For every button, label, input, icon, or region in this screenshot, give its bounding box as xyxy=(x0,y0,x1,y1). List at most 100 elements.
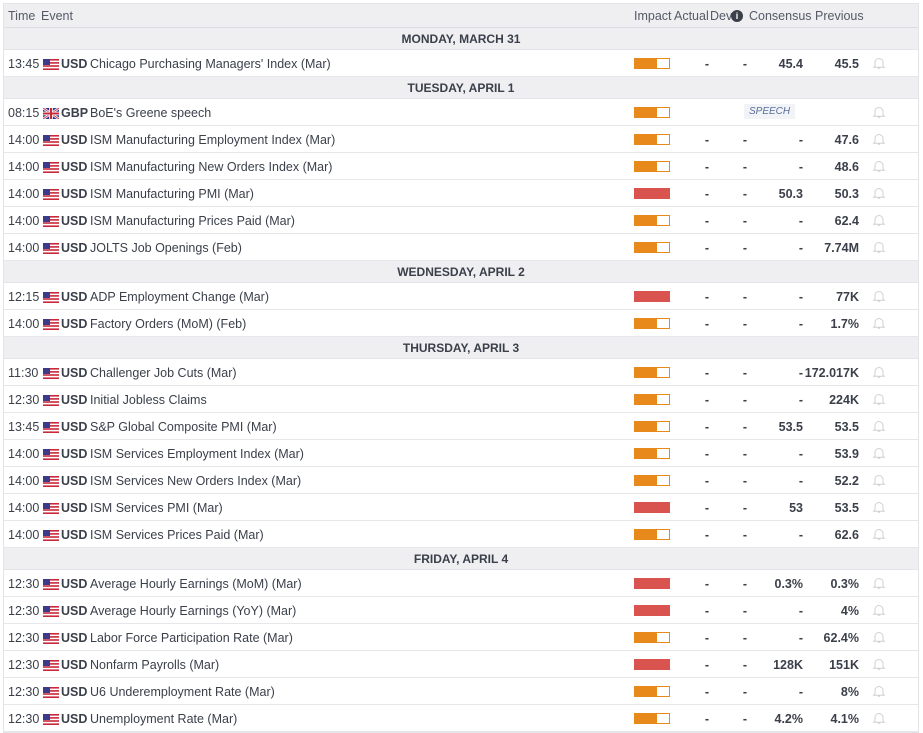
bell-icon[interactable] xyxy=(872,132,886,146)
event-time: 14:00 xyxy=(8,447,40,461)
event-name[interactable]: JOLTS Job Openings (Feb) xyxy=(90,241,242,255)
event-name[interactable]: ISM Services Prices Paid (Mar) xyxy=(90,528,264,542)
bell-icon[interactable] xyxy=(872,289,886,303)
col-event[interactable]: Event xyxy=(41,9,73,23)
event-row[interactable]: 13:45 USD Chicago Purchasing Managers' I… xyxy=(4,50,918,77)
col-consensus[interactable]: Consensus xyxy=(749,9,812,23)
bell-icon[interactable] xyxy=(872,500,886,514)
bell-icon[interactable] xyxy=(872,473,886,487)
actual-value: - xyxy=(704,604,710,618)
event-name[interactable]: Average Hourly Earnings (MoM) (Mar) xyxy=(90,577,302,591)
event-name[interactable]: S&P Global Composite PMI (Mar) xyxy=(90,420,277,434)
actual-value: - xyxy=(704,420,710,434)
event-row[interactable]: 14:00 USD ISM Manufacturing New Orders I… xyxy=(4,153,918,180)
event-name[interactable]: Factory Orders (MoM) (Feb) xyxy=(90,317,246,331)
event-time: 13:45 xyxy=(8,57,40,71)
event-row[interactable]: 14:00 USD ISM Manufacturing Employment I… xyxy=(4,126,918,153)
bell-icon[interactable] xyxy=(872,527,886,541)
bell-icon[interactable] xyxy=(872,365,886,379)
bell-icon[interactable] xyxy=(872,186,886,200)
event-time: 14:00 xyxy=(8,214,40,228)
bell-icon[interactable] xyxy=(872,446,886,460)
actual-value: - xyxy=(704,685,710,699)
bell-icon[interactable] xyxy=(872,392,886,406)
event-row[interactable]: 14:00 USD ISM Services Prices Paid (Mar)… xyxy=(4,521,918,548)
event-name[interactable]: ISM Services Employment Index (Mar) xyxy=(90,447,304,461)
event-name[interactable]: ISM Services PMI (Mar) xyxy=(90,501,223,515)
bell-icon[interactable] xyxy=(872,316,886,330)
event-row[interactable]: 14:00 USD ISM Services New Orders Index … xyxy=(4,467,918,494)
event-row[interactable]: 12:30 USD Initial Jobless Claims - - - 2… xyxy=(4,386,918,413)
event-row[interactable]: 08:15 GBP BoE's Greene speech SPEECH xyxy=(4,99,918,126)
event-name[interactable]: Chicago Purchasing Managers' Index (Mar) xyxy=(90,57,331,71)
deviation-value: - xyxy=(742,631,748,645)
bell-icon[interactable] xyxy=(872,603,886,617)
col-impact[interactable]: Impact xyxy=(634,9,672,23)
event-row[interactable]: 14:00 USD ISM Services PMI (Mar) - - 53 … xyxy=(4,494,918,521)
bell-icon[interactable] xyxy=(872,684,886,698)
bell-icon[interactable] xyxy=(872,159,886,173)
bell-icon[interactable] xyxy=(872,213,886,227)
bell-icon[interactable] xyxy=(872,630,886,644)
deviation-value: - xyxy=(742,160,748,174)
event-currency: USD xyxy=(61,501,88,515)
event-row[interactable]: 14:00 USD Factory Orders (MoM) (Feb) - -… xyxy=(4,310,918,337)
event-name[interactable]: Average Hourly Earnings (YoY) (Mar) xyxy=(90,604,296,618)
event-row[interactable]: 12:30 USD Nonfarm Payrolls (Mar) - - 128… xyxy=(4,651,918,678)
event-name[interactable]: Unemployment Rate (Mar) xyxy=(90,712,237,726)
event-row[interactable]: 14:00 USD JOLTS Job Openings (Feb) - - -… xyxy=(4,234,918,261)
event-name[interactable]: ADP Employment Change (Mar) xyxy=(90,290,269,304)
info-icon[interactable]: i xyxy=(731,10,743,22)
event-name[interactable]: ISM Services New Orders Index (Mar) xyxy=(90,474,301,488)
consensus-value: 4.2% xyxy=(774,712,804,726)
us-flag-icon xyxy=(43,579,59,590)
event-row[interactable]: 12:30 USD Unemployment Rate (Mar) - - 4.… xyxy=(4,705,918,732)
bell-icon[interactable] xyxy=(872,240,886,254)
event-row[interactable]: 12:30 USD Labor Force Participation Rate… xyxy=(4,624,918,651)
bell-icon[interactable] xyxy=(872,576,886,590)
event-row[interactable]: 12:30 USD Average Hourly Earnings (YoY) … xyxy=(4,597,918,624)
impact-indicator-medium xyxy=(634,161,670,172)
actual-value: - xyxy=(704,366,710,380)
deviation-value: - xyxy=(742,577,748,591)
impact-indicator-medium xyxy=(634,318,670,329)
event-name[interactable]: Initial Jobless Claims xyxy=(90,393,207,407)
event-name[interactable]: ISM Manufacturing New Orders Index (Mar) xyxy=(90,160,332,174)
event-name[interactable]: Nonfarm Payrolls (Mar) xyxy=(90,658,219,672)
event-name[interactable]: U6 Underemployment Rate (Mar) xyxy=(90,685,275,699)
bell-icon[interactable] xyxy=(872,105,886,119)
bell-icon[interactable] xyxy=(872,657,886,671)
event-currency: USD xyxy=(61,528,88,542)
event-name[interactable]: BoE's Greene speech xyxy=(90,106,211,120)
col-actual[interactable]: Actual xyxy=(674,9,709,23)
col-time[interactable]: Time xyxy=(8,9,35,23)
event-row[interactable]: 13:45 USD S&P Global Composite PMI (Mar)… xyxy=(4,413,918,440)
col-previous[interactable]: Previous xyxy=(815,9,864,23)
bell-icon[interactable] xyxy=(872,711,886,725)
actual-value: - xyxy=(704,160,710,174)
col-dev[interactable]: Dev xyxy=(710,9,732,23)
event-row[interactable]: 12:30 USD U6 Underemployment Rate (Mar) … xyxy=(4,678,918,705)
actual-value: - xyxy=(704,528,710,542)
bell-icon[interactable] xyxy=(872,56,886,70)
us-flag-icon xyxy=(43,135,59,146)
event-time: 12:30 xyxy=(8,658,40,672)
event-row[interactable]: 14:00 USD ISM Manufacturing PMI (Mar) - … xyxy=(4,180,918,207)
event-row[interactable]: 11:30 USD Challenger Job Cuts (Mar) - - … xyxy=(4,359,918,386)
event-name[interactable]: ISM Manufacturing Prices Paid (Mar) xyxy=(90,214,295,228)
event-currency: USD xyxy=(61,658,88,672)
previous-value: 47.6 xyxy=(834,133,859,147)
event-row[interactable]: 14:00 USD ISM Manufacturing Prices Paid … xyxy=(4,207,918,234)
event-name[interactable]: Labor Force Participation Rate (Mar) xyxy=(90,631,293,645)
event-name[interactable]: ISM Manufacturing Employment Index (Mar) xyxy=(90,133,335,147)
event-time: 14:00 xyxy=(8,160,40,174)
event-row[interactable]: 12:15 USD ADP Employment Change (Mar) - … xyxy=(4,283,918,310)
event-row[interactable]: 14:00 USD ISM Services Employment Index … xyxy=(4,440,918,467)
consensus-value: 0.3% xyxy=(774,577,804,591)
event-name[interactable]: Challenger Job Cuts (Mar) xyxy=(90,366,237,380)
deviation-value: - xyxy=(742,290,748,304)
event-row[interactable]: 12:30 USD Average Hourly Earnings (MoM) … xyxy=(4,570,918,597)
previous-value: 62.4% xyxy=(823,631,859,645)
event-name[interactable]: ISM Manufacturing PMI (Mar) xyxy=(90,187,254,201)
bell-icon[interactable] xyxy=(872,419,886,433)
